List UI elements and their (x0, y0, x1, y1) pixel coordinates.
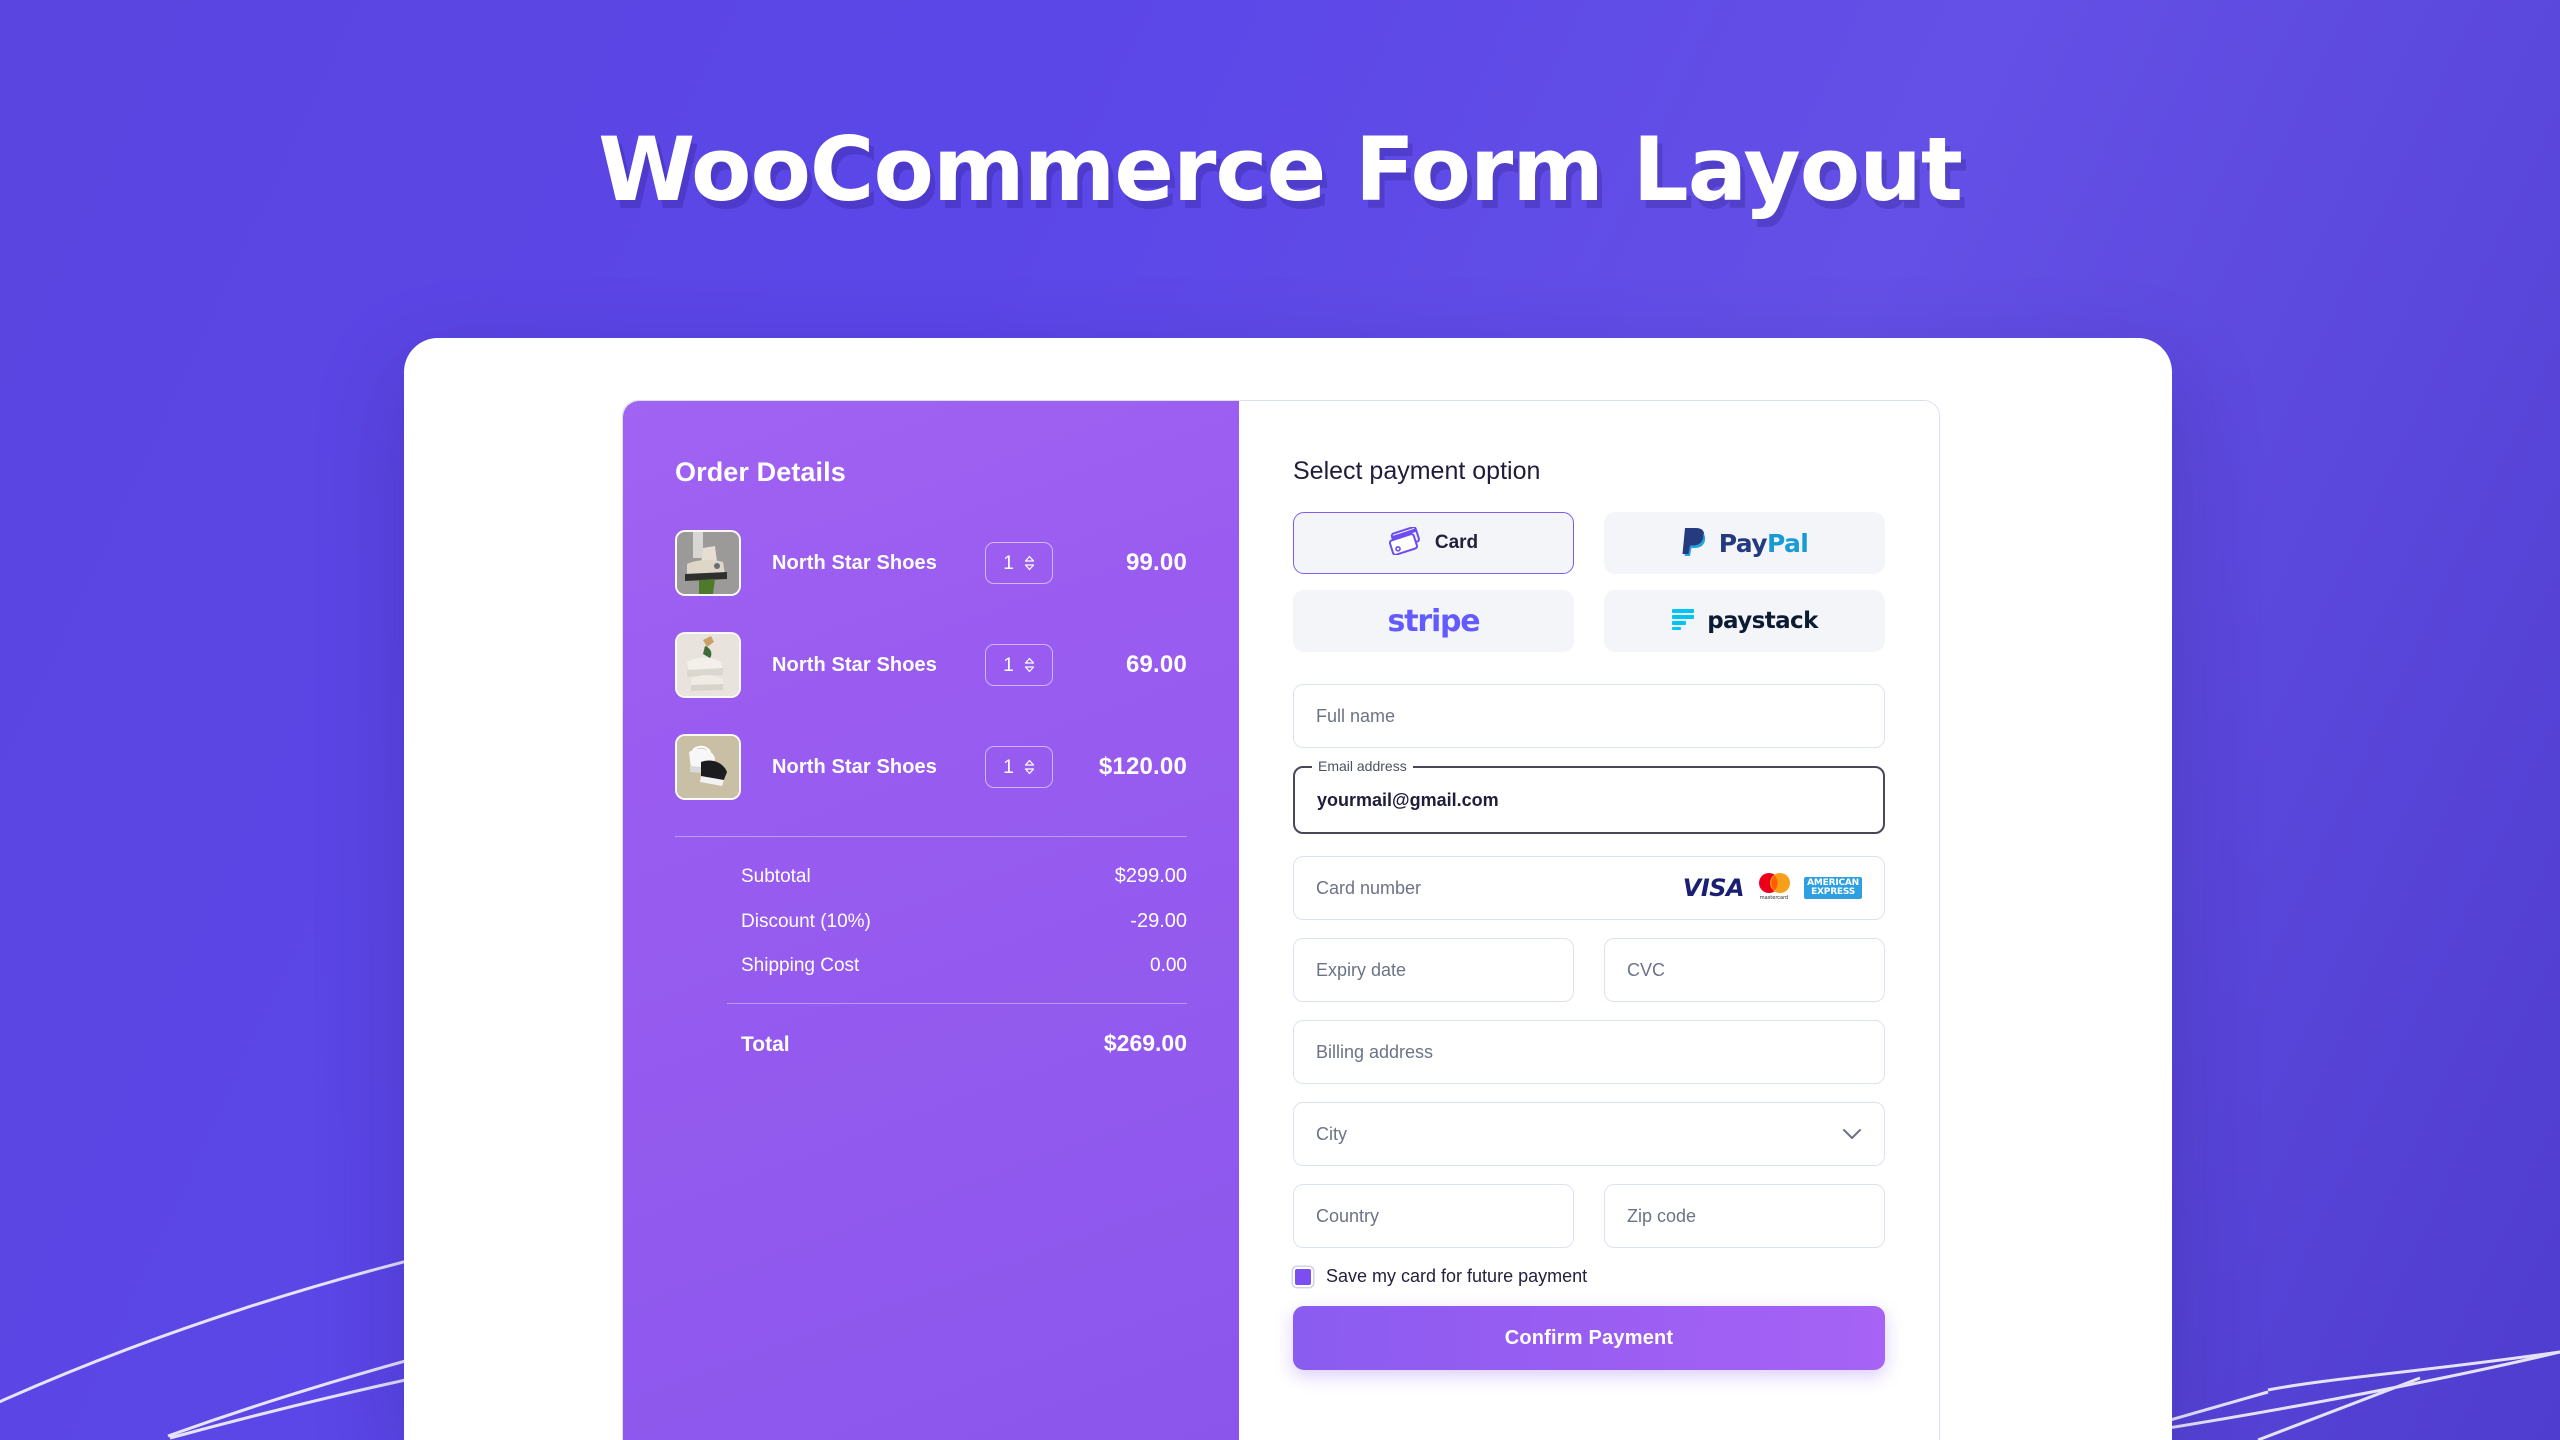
summary-row-subtotal: Subtotal $299.00 (675, 865, 1187, 888)
svg-text:mastercard: mastercard (1760, 895, 1788, 901)
quantity-value: 1 (1003, 552, 1014, 574)
order-item-name: North Star Shoes (772, 755, 937, 778)
quantity-stepper[interactable]: 1 (985, 746, 1053, 788)
stepper-arrows-icon[interactable] (1024, 555, 1035, 571)
payment-option-paypal[interactable]: PayPal (1604, 512, 1885, 574)
order-item-name: North Star Shoes (772, 551, 937, 574)
chevron-down-icon[interactable] (1842, 1128, 1862, 1140)
quantity-value: 1 (1003, 654, 1014, 676)
billing-address-placeholder: Billing address (1316, 1041, 1434, 1062)
order-item-name: North Star Shoes (772, 653, 937, 676)
amex-icon: AMERICAN EXPRESS (1804, 876, 1862, 900)
stripe-wordmark: stripe (1387, 603, 1481, 639)
payment-option-card[interactable]: Card (1293, 512, 1574, 574)
product-thumbnail-sneaker-side (675, 530, 741, 596)
summary-row-shipping: Shipping Cost 0.00 (675, 955, 1187, 977)
summary-label: Subtotal (741, 866, 811, 887)
page-title: WooCommerce Form Layout (598, 118, 1963, 221)
order-item-price: 99.00 (1125, 549, 1187, 576)
product-thumbnail-sneaker-pair (675, 734, 741, 800)
order-item-row[interactable]: North Star Shoes 1 99.00 (675, 530, 1187, 596)
summary-label: Discount (10%) (741, 911, 871, 932)
city-select[interactable]: City (1293, 1102, 1885, 1166)
payment-option-stripe[interactable]: stripe (1293, 590, 1574, 652)
order-item-price: 69.00 (1125, 651, 1187, 678)
order-details-heading: Order Details (675, 457, 846, 487)
quantity-value: 1 (1003, 756, 1014, 778)
summary-row-total: Total $269.00 (675, 1030, 1187, 1057)
hero-header: WooCommerce Form Layout (0, 0, 2560, 340)
billing-address-field[interactable]: Billing address (1293, 1020, 1885, 1084)
zip-code-placeholder: Zip code (1627, 1205, 1697, 1226)
stepper-arrows-icon[interactable] (1024, 657, 1035, 673)
amex-line-2: EXPRESS (1811, 887, 1856, 897)
order-details-panel: Order Details North Star Shoes 1 99.00 N… (623, 401, 1239, 1440)
country-zip-row: Country Zip code (1293, 1184, 1885, 1248)
country-placeholder: Country (1316, 1205, 1380, 1226)
full-name-field[interactable]: Full name (1293, 684, 1885, 748)
payment-form-heading: Select payment option (1293, 457, 1541, 485)
credit-card-icon (1388, 525, 1423, 560)
mastercard-icon: mastercard (1755, 871, 1793, 906)
card-number-placeholder: Card number (1316, 877, 1422, 898)
order-item-row[interactable]: North Star Shoes 1 69.00 (675, 632, 1187, 698)
checkout-card: Order Details North Star Shoes 1 99.00 N… (622, 400, 1940, 1440)
summary-label: Shipping Cost (741, 955, 860, 976)
order-divider (675, 836, 1187, 837)
zip-code-field[interactable]: Zip code (1604, 1184, 1885, 1248)
expiry-cvc-row: Expiry date CVC (1293, 938, 1885, 1002)
stepper-arrows-icon[interactable] (1024, 759, 1035, 775)
total-label: Total (741, 1033, 790, 1056)
quantity-stepper[interactable]: 1 (985, 542, 1053, 584)
country-field[interactable]: Country (1293, 1184, 1574, 1248)
confirm-payment-button[interactable]: Confirm Payment (1293, 1306, 1885, 1370)
summary-value: $299.00 (1114, 865, 1187, 887)
payment-option-paystack[interactable]: paystack (1604, 590, 1885, 652)
card-brand-logos: VISA mastercard AMERICAN EXPRESS (1683, 871, 1862, 906)
city-placeholder: City (1316, 1123, 1347, 1144)
paypal-icon (1681, 526, 1707, 561)
visa-icon: VISA (1682, 874, 1745, 902)
total-divider (727, 1003, 1187, 1004)
payment-options-grid: Card PayPal stripe paystack (1293, 512, 1885, 652)
paystack-icon (1671, 607, 1695, 636)
paypal-wordmark: PayPal (1718, 528, 1809, 558)
order-item-row[interactable]: North Star Shoes 1 $120.00 (675, 734, 1187, 800)
paystack-wordmark: paystack (1707, 608, 1818, 634)
email-field-label: Email address (1312, 759, 1413, 773)
total-value: $269.00 (1103, 1030, 1187, 1056)
full-name-placeholder: Full name (1316, 705, 1396, 726)
summary-row-discount: Discount (10%) -29.00 (675, 910, 1187, 933)
cvc-placeholder: CVC (1627, 959, 1666, 980)
cvc-field[interactable]: CVC (1604, 938, 1885, 1002)
product-thumbnail-sneaker-flatlay (675, 632, 741, 698)
summary-value: -29.00 (1130, 910, 1187, 932)
expiry-date-field[interactable]: Expiry date (1293, 938, 1574, 1002)
order-item-price: $120.00 (1098, 753, 1187, 780)
payment-form-panel: Select payment option Card PayPal stripe… (1239, 401, 1939, 1440)
quantity-stepper[interactable]: 1 (985, 644, 1053, 686)
save-card-label: Save my card for future payment (1326, 1266, 1588, 1286)
expiry-date-placeholder: Expiry date (1316, 959, 1407, 980)
summary-value: 0.00 (1150, 955, 1187, 976)
card-number-field[interactable]: Card number VISA mastercard AMERICAN EXP… (1293, 856, 1885, 920)
payment-option-label: Card (1434, 532, 1479, 553)
save-card-checkbox[interactable] (1293, 1266, 1313, 1287)
email-field[interactable]: Email address yourmail@gmail.com (1293, 759, 1885, 834)
email-field-value: yourmail@gmail.com (1317, 789, 1499, 810)
save-card-row[interactable]: Save my card for future payment (1293, 1266, 1885, 1287)
